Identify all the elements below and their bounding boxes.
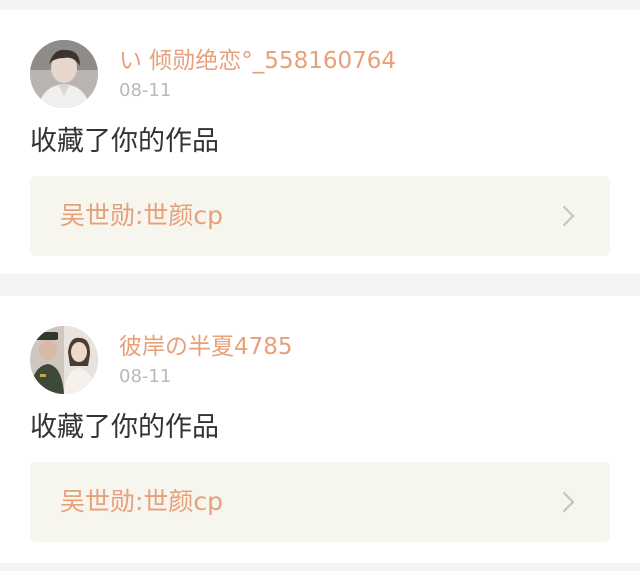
timestamp: 08-11 xyxy=(119,80,172,101)
user-avatar-icon xyxy=(30,40,98,108)
notification-card: 彼岸の半夏4785 08-11 收藏了你的作品 吴世勋:世颜cp xyxy=(0,296,640,563)
work-link[interactable]: 吴世勋:世颜cp xyxy=(30,462,610,542)
action-text: 收藏了你的作品 xyxy=(30,412,219,443)
timestamp: 08-11 xyxy=(119,366,172,387)
chevron-right-icon xyxy=(562,205,575,227)
work-link[interactable]: 吴世勋:世颜cp xyxy=(30,176,610,256)
user-avatar[interactable] xyxy=(30,40,98,108)
work-title: 吴世勋:世颜cp xyxy=(60,201,224,230)
notification-card: い 倾勋绝恋°_558160764 08-11 收藏了你的作品 吴世勋:世颜cp xyxy=(0,10,640,274)
chevron-right-icon xyxy=(562,491,575,513)
work-title: 吴世勋:世颜cp xyxy=(60,487,224,516)
action-text: 收藏了你的作品 xyxy=(30,126,219,157)
notification-feed: い 倾勋绝恋°_558160764 08-11 收藏了你的作品 吴世勋:世颜cp xyxy=(0,0,640,571)
username[interactable]: 彼岸の半夏4785 xyxy=(119,334,293,360)
username[interactable]: い 倾勋绝恋°_558160764 xyxy=(119,48,396,74)
user-avatar-icon xyxy=(30,326,98,394)
user-avatar[interactable] xyxy=(30,326,98,394)
